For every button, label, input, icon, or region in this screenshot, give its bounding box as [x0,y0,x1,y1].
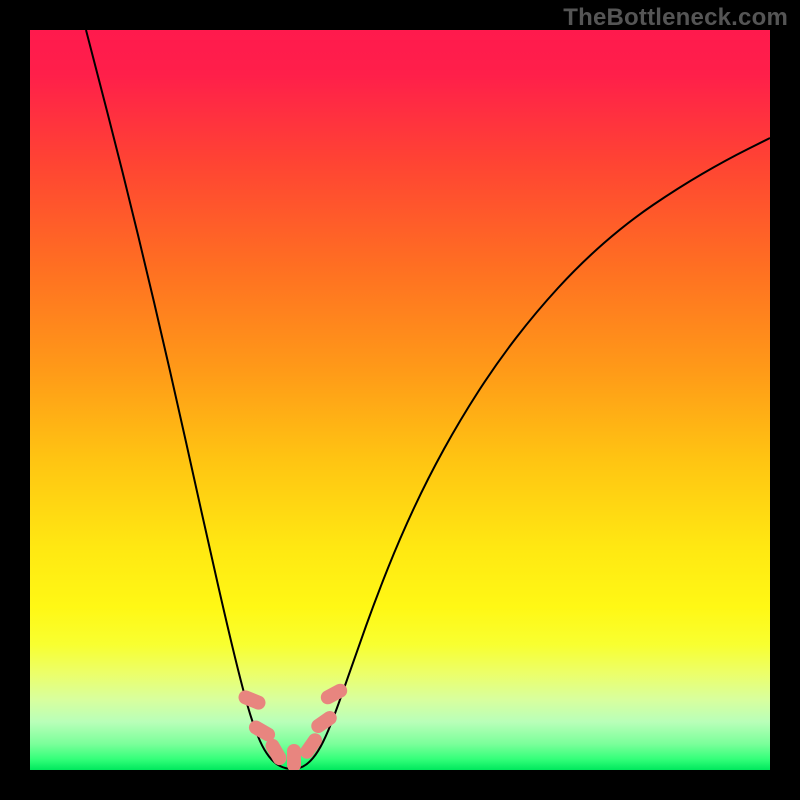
chart-frame: TheBottleneck.com [0,0,800,800]
watermark-text: TheBottleneck.com [563,4,788,32]
chain-link-4 [287,744,301,770]
plot-area [30,30,770,770]
bottleneck-curve [30,30,770,770]
